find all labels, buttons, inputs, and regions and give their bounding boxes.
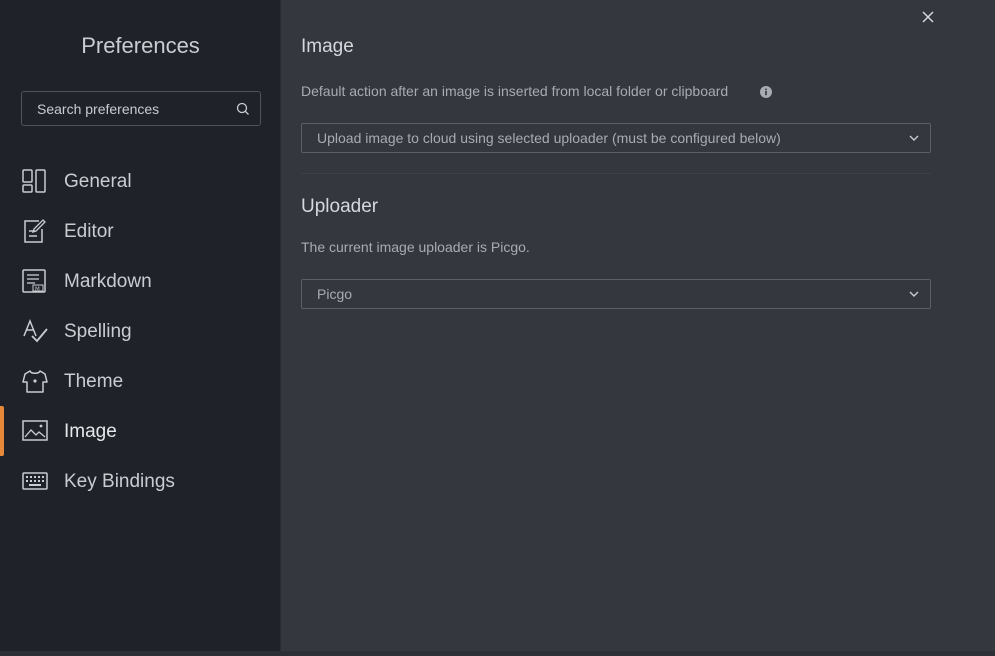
markdown-icon: M <box>22 269 46 293</box>
general-icon <box>22 169 46 193</box>
bottom-edge <box>0 651 995 656</box>
sidebar-item-label: General <box>64 171 132 192</box>
uploader-description: The current image uploader is Picgo. <box>301 239 530 255</box>
sidebar-item-label: Editor <box>64 221 114 242</box>
sidebar-item-label: Markdown <box>64 271 152 292</box>
search-icon[interactable] <box>236 102 250 116</box>
image-action-select-value: Upload image to cloud using selected upl… <box>317 130 781 146</box>
image-action-description: Default action after an image is inserte… <box>301 83 728 99</box>
sidebar-item-label: Spelling <box>64 321 132 342</box>
svg-text:M: M <box>35 287 40 293</box>
image-action-description-text: Default action after an image is inserte… <box>301 83 729 99</box>
sidebar-item-label: Image <box>64 421 117 442</box>
sidebar-item-key-bindings[interactable]: Key Bindings <box>0 456 281 506</box>
search-box[interactable] <box>21 91 261 126</box>
sidebar-item-general[interactable]: General <box>0 156 281 206</box>
chevron-down-icon <box>909 135 919 141</box>
sidebar-item-label: Key Bindings <box>64 471 175 492</box>
image-icon <box>22 420 48 441</box>
uploader-section-title: Uploader <box>301 196 379 217</box>
sidebar-item-label: Theme <box>64 371 124 392</box>
uploader-select-value: Picgo <box>317 286 353 302</box>
theme-icon <box>22 370 48 393</box>
section-divider <box>301 173 931 174</box>
spelling-icon <box>23 319 48 343</box>
sidebar: Preferences General <box>0 0 281 651</box>
keyboard-icon <box>22 472 48 490</box>
chevron-down-icon <box>909 291 919 297</box>
info-icon[interactable] <box>760 86 772 98</box>
sidebar-item-markdown[interactable]: M Markdown <box>0 256 281 306</box>
close-icon[interactable] <box>918 7 938 27</box>
editor-icon <box>24 219 46 243</box>
sidebar-item-theme[interactable]: Theme <box>0 356 281 406</box>
search-input[interactable] <box>22 92 228 125</box>
uploader-select[interactable]: Picgo <box>301 279 931 309</box>
sidebar-item-spelling[interactable]: Spelling <box>0 306 281 356</box>
sidebar-item-editor[interactable]: Editor <box>0 206 281 256</box>
sidebar-item-image[interactable]: Image <box>0 406 281 456</box>
sidebar-title: Preferences <box>81 33 200 58</box>
preferences-window: Preferences General <box>0 0 995 656</box>
image-action-select[interactable]: Upload image to cloud using selected upl… <box>301 123 931 153</box>
image-section-title: Image <box>301 36 354 57</box>
